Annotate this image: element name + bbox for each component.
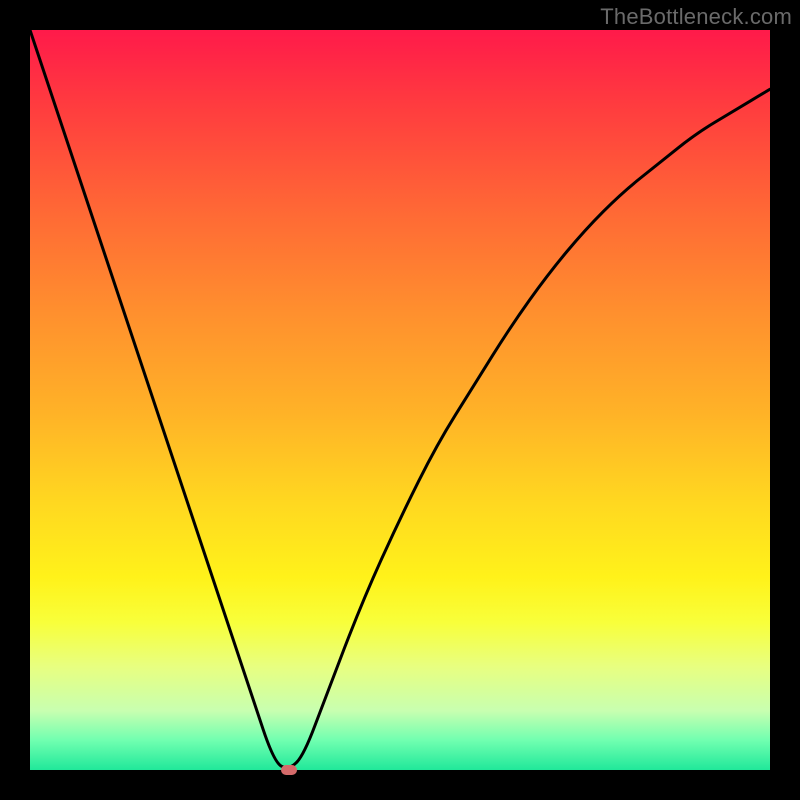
curve-svg — [30, 30, 770, 770]
optimum-marker — [281, 765, 297, 775]
plot-area — [30, 30, 770, 770]
bottleneck-curve — [30, 30, 770, 768]
watermark-text: TheBottleneck.com — [600, 4, 792, 30]
chart-frame: TheBottleneck.com — [0, 0, 800, 800]
